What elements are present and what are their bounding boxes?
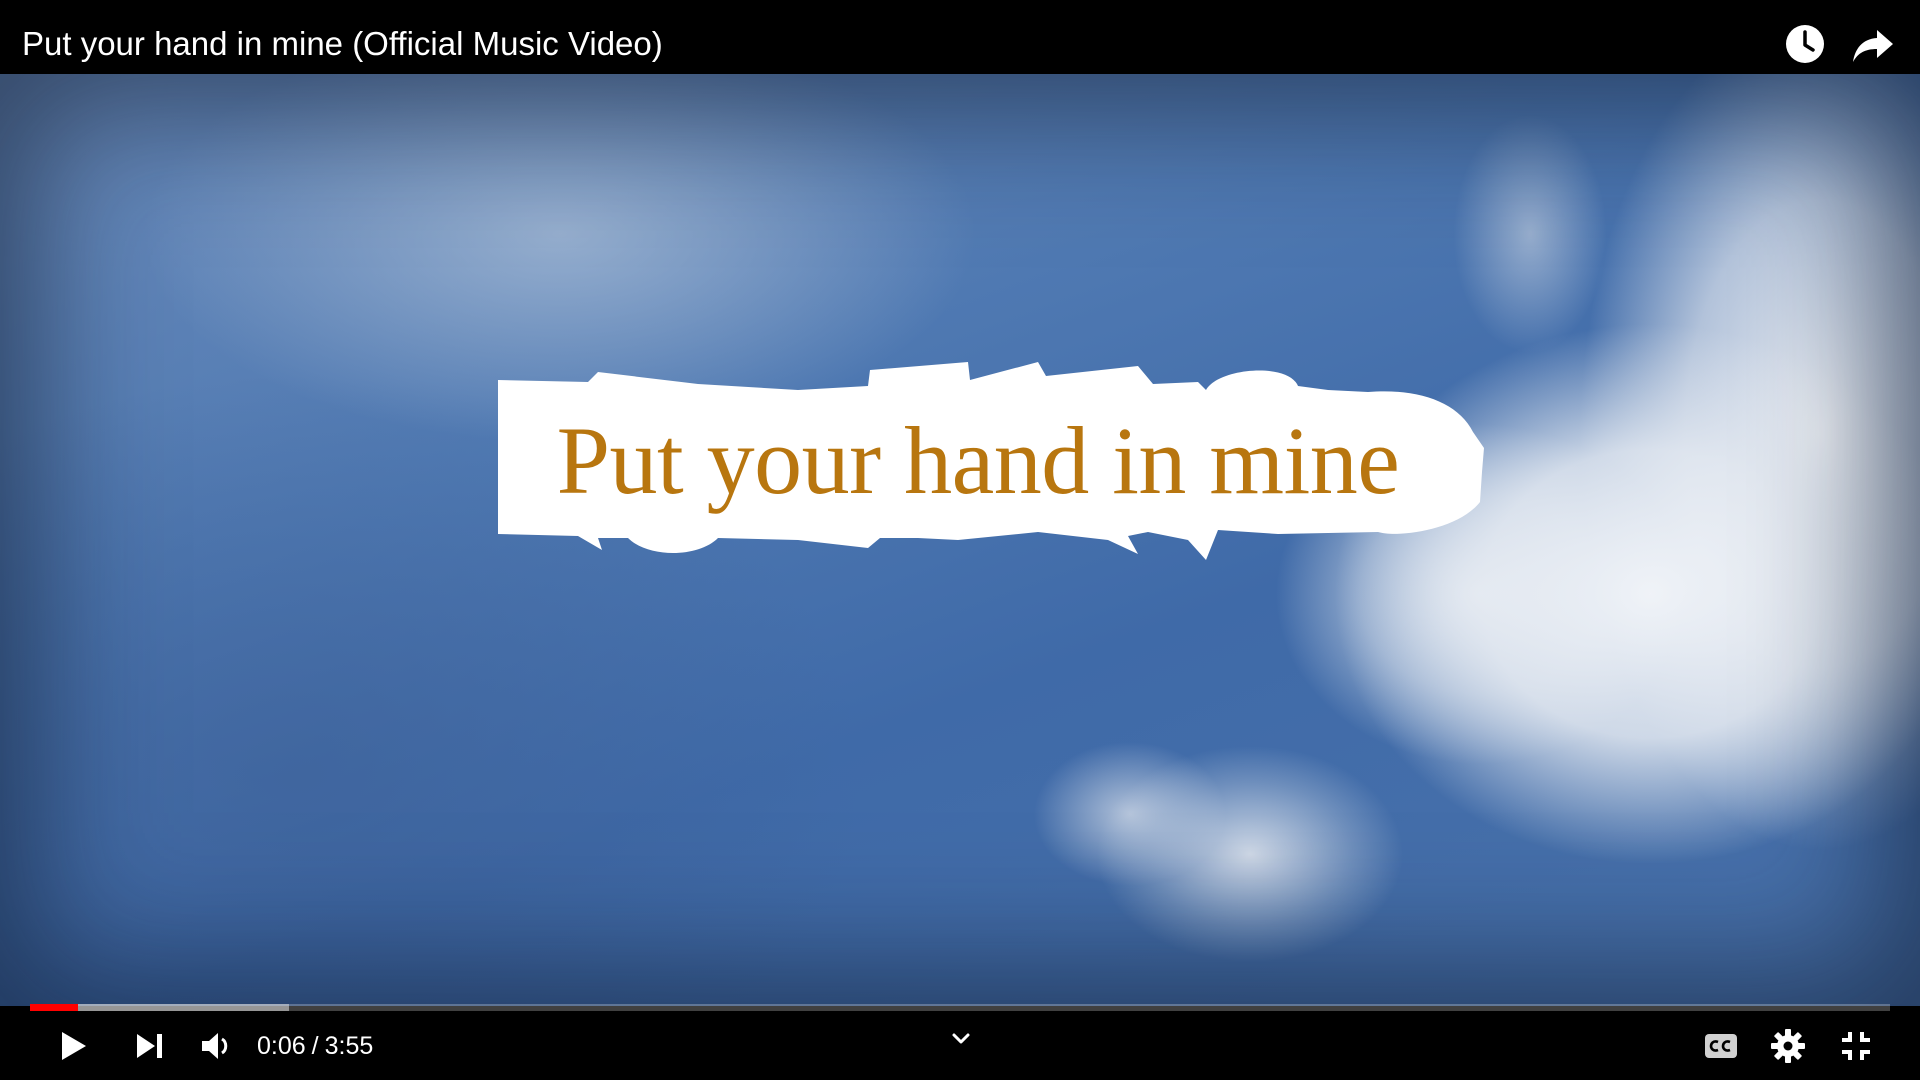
cc-icon xyxy=(1705,1034,1737,1058)
video-frame[interactable]: Put your hand in mine xyxy=(0,74,1920,1006)
video-title[interactable]: Put your hand in mine (Official Music Vi… xyxy=(22,0,663,88)
next-button[interactable] xyxy=(128,1024,172,1068)
video-player[interactable]: Put your hand in mine Put your hand in m… xyxy=(0,0,1920,1080)
settings-button[interactable] xyxy=(1766,1024,1810,1068)
chevron-down-icon[interactable] xyxy=(948,1026,974,1052)
fullscreen-exit-icon xyxy=(1842,1032,1870,1060)
play-button[interactable] xyxy=(50,1024,94,1068)
torn-paper-title-card: Put your hand in mine xyxy=(498,362,1484,560)
gear-icon xyxy=(1771,1029,1805,1063)
play-icon xyxy=(62,1032,86,1060)
duration: 3:55 xyxy=(324,1032,374,1060)
captions-button[interactable] xyxy=(1699,1024,1743,1068)
current-time: 0:06 xyxy=(257,1032,306,1060)
volume-icon xyxy=(202,1033,228,1059)
progress-bar[interactable] xyxy=(30,1004,1890,1011)
clock-icon[interactable] xyxy=(1783,22,1827,66)
time-display: 0:06/3:55 xyxy=(257,1024,373,1068)
time-separator: / xyxy=(311,1032,319,1060)
exit-fullscreen-button[interactable] xyxy=(1834,1024,1878,1068)
share-arrow-icon[interactable] xyxy=(1851,22,1895,66)
title-bar: Put your hand in mine (Official Music Vi… xyxy=(0,0,1920,74)
progress-played xyxy=(30,1004,79,1011)
overlay-lyric-text: Put your hand in mine xyxy=(556,407,1400,514)
skip-next-icon xyxy=(137,1034,162,1058)
volume-button[interactable] xyxy=(193,1024,237,1068)
